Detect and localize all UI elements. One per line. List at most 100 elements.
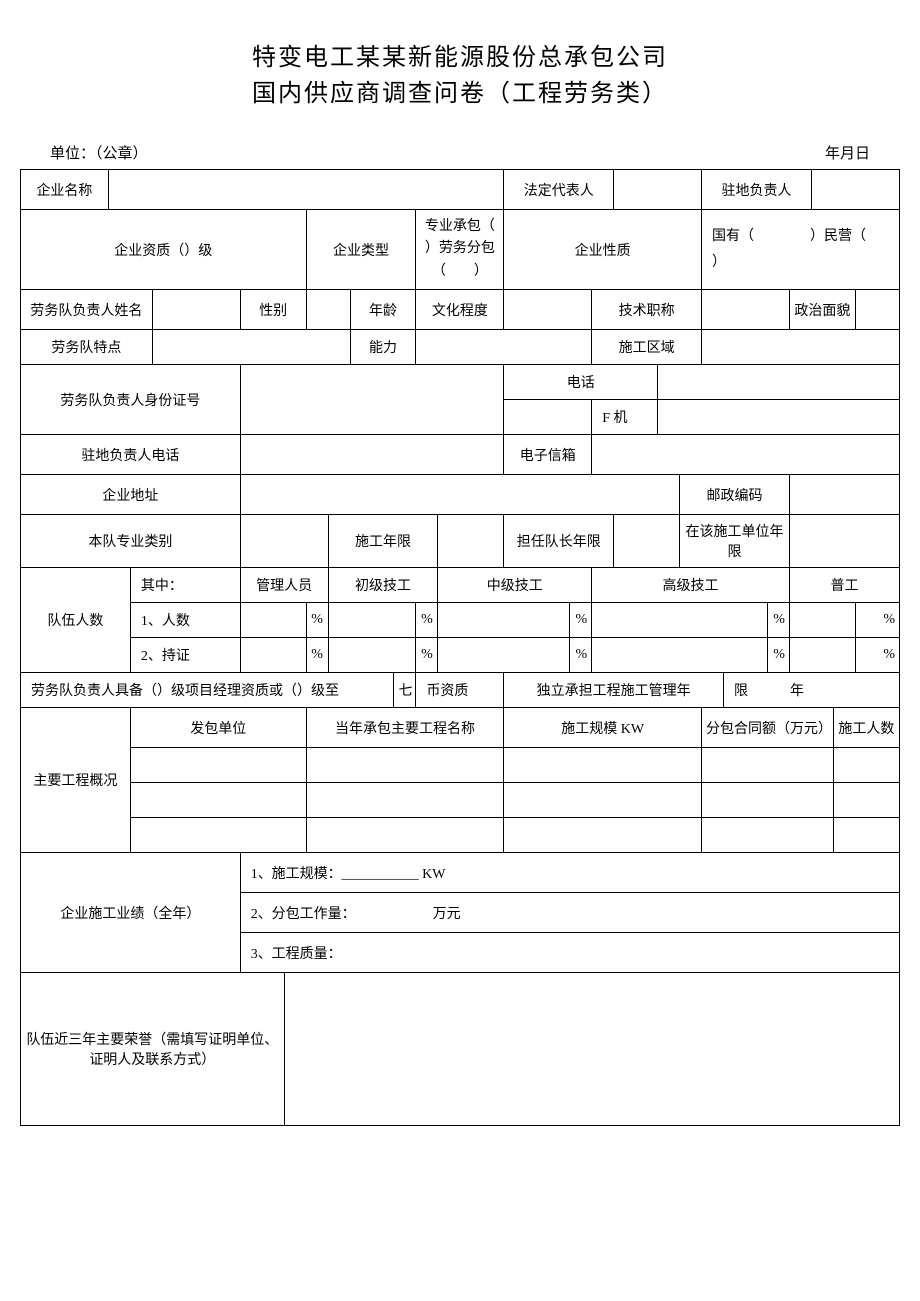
field-education[interactable] [504,290,592,330]
form-table: 企业名称 法定代表人 驻地负责人 企业资质（）级 企业类型 专业承包（ ）劳务分… [20,169,900,1126]
field-mid-n[interactable] [438,603,570,638]
field-team-feature[interactable] [152,330,350,365]
label-postcode: 邮政编码 [680,475,790,515]
field-contractor-3[interactable] [130,818,306,853]
title-line1: 特变电工某某新能源股份总承包公司 [252,45,668,71]
label-company-name: 企业名称 [21,170,109,210]
label-team-count: 队伍人数 [21,568,131,673]
pct: % [416,638,438,673]
field-projname-3[interactable] [306,818,504,853]
field-legal-rep[interactable] [614,170,702,210]
field-address[interactable] [240,475,679,515]
field-political[interactable] [855,290,899,330]
label-leader-name: 劳务队负责人姓名 [21,290,153,330]
field-general-c[interactable] [789,638,855,673]
label-email: 电子信箱 [504,435,592,475]
label-unit-years: 在该施工单位年限 [680,515,790,568]
label-area: 施工区域 [592,330,702,365]
label-legal-rep: 法定代表人 [504,170,614,210]
field-a2[interactable]: 2、分包工作量： 万元 [240,893,899,933]
label-specialty: 本队专业类别 [21,515,241,568]
pct: % [416,603,438,638]
label-local-phone: 驻地负责人电话 [21,435,241,475]
label-indep: 独立承担工程施工管理年 [504,673,724,708]
label-gender: 性别 [240,290,306,330]
field-area[interactable] [702,330,900,365]
label-pm-qual2: 七 [394,673,416,708]
field-workers-1[interactable] [833,748,899,783]
field-junior-c[interactable] [328,638,416,673]
field-leader-id[interactable] [240,365,504,435]
pct: % [306,603,328,638]
label-political: 政治面貌 [789,290,855,330]
field-senior-c[interactable] [592,638,768,673]
pct: % [767,638,789,673]
label-mgmt: 管理人员 [240,568,328,603]
label-mid: 中级技工 [438,568,592,603]
field-fax-pre[interactable] [504,400,592,435]
field-local-phone[interactable] [240,435,504,475]
field-leader-years[interactable] [614,515,680,568]
label-fax: F 机 [592,400,658,435]
field-contractor-1[interactable] [130,748,306,783]
field-junior-n[interactable] [328,603,416,638]
field-postcode[interactable] [789,475,899,515]
field-company-name[interactable] [108,170,503,210]
field-amount-3[interactable] [702,818,834,853]
field-scale-3[interactable] [504,818,702,853]
field-amount-2[interactable] [702,783,834,818]
label-ability: 能力 [350,330,416,365]
field-unit-years[interactable] [789,515,899,568]
header-unit: 单位：（公章） [50,142,148,163]
field-honors[interactable] [284,973,899,1126]
label-row-cert: 2、持证 [130,638,240,673]
field-a3[interactable]: 3、工程质量： [240,933,899,973]
field-phone[interactable] [658,365,900,400]
field-leader-name[interactable] [152,290,240,330]
label-phone: 电话 [504,365,658,400]
field-a1[interactable]: 1、施工规模：___________ KW [240,853,899,893]
label-annual: 企业施工业绩（全年） [21,853,241,973]
label-company-type: 企业类型 [306,210,416,290]
pct: % [306,638,328,673]
field-contractor-2[interactable] [130,783,306,818]
pct: % [570,638,592,673]
label-row-people: 1、人数 [130,603,240,638]
label-workers: 施工人数 [833,708,899,748]
field-specialty[interactable] [240,515,328,568]
field-general-n[interactable] [789,603,855,638]
field-scale-2[interactable] [504,783,702,818]
pct: % [767,603,789,638]
label-proj-name: 当年承包主要工程名称 [306,708,504,748]
field-workers-3[interactable] [833,818,899,853]
label-education: 文化程度 [416,290,504,330]
title-line2: 国内供应商调查问卷（工程劳务类） [252,81,668,107]
field-local-head[interactable] [811,170,899,210]
field-type-options[interactable]: 专业承包（ ）劳务分包（ ） [416,210,504,290]
pct: % [570,603,592,638]
field-workers-2[interactable] [833,783,899,818]
field-years[interactable] [438,515,504,568]
label-indep2: 限 年 [724,673,900,708]
field-scale-1[interactable] [504,748,702,783]
field-gender[interactable] [306,290,350,330]
label-address: 企业地址 [21,475,241,515]
field-mgmt-c[interactable] [240,638,306,673]
label-scale: 施工规模 KW [504,708,702,748]
label-tech-title: 技术职称 [592,290,702,330]
field-projname-2[interactable] [306,783,504,818]
field-ability[interactable] [416,330,592,365]
field-nature-options[interactable]: 国有（ ）民营（ ） [702,210,900,290]
field-tech-title[interactable] [702,290,790,330]
field-mid-c[interactable] [438,638,570,673]
label-age: 年龄 [350,290,416,330]
field-email[interactable] [592,435,900,475]
label-local-head: 驻地负责人 [702,170,812,210]
field-mgmt-n[interactable] [240,603,306,638]
field-fax[interactable] [658,400,900,435]
label-leader-id: 劳务队负责人身份证号 [21,365,241,435]
field-senior-n[interactable] [592,603,768,638]
field-projname-1[interactable] [306,748,504,783]
label-amount: 分包合同额（万元） [702,708,834,748]
field-amount-1[interactable] [702,748,834,783]
